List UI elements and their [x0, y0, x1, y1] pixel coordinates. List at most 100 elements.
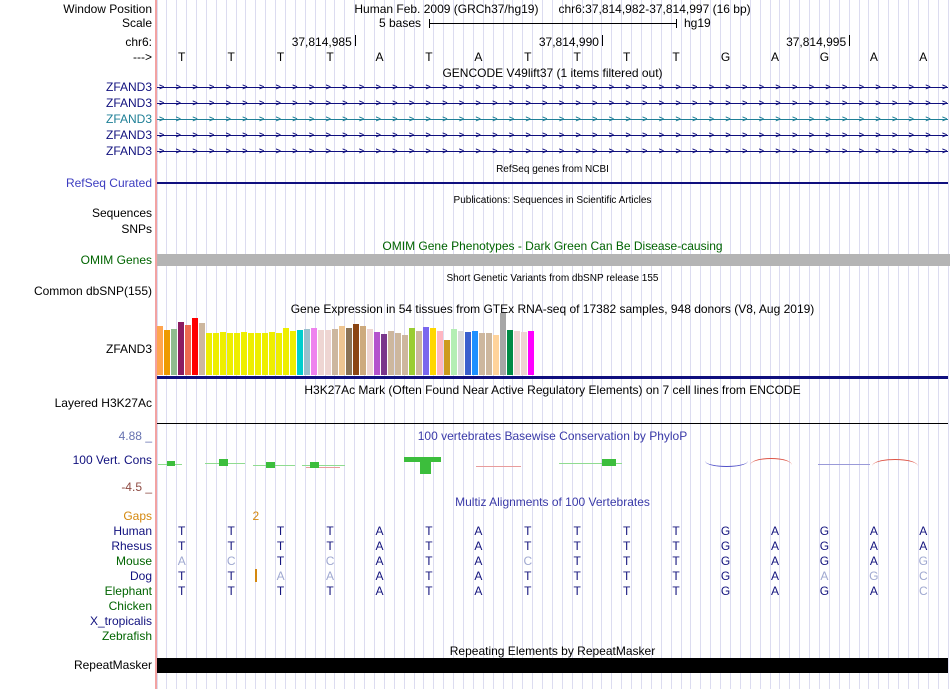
- strand-arrow-icon: >: [442, 146, 448, 156]
- gtex-tissue-bar[interactable]: [367, 329, 373, 375]
- gtex-tissue-bar[interactable]: [416, 331, 422, 375]
- gtex-tissue-bar[interactable]: [199, 323, 205, 375]
- gtex-tissue-bar[interactable]: [423, 327, 429, 375]
- gtex-tissue-bar[interactable]: [206, 333, 212, 375]
- gtex-tissue-bar[interactable]: [332, 329, 338, 375]
- track-label-refseq-curated[interactable]: RefSeq Curated: [0, 177, 152, 190]
- gtex-tissue-bar[interactable]: [381, 334, 387, 375]
- track-label-snps[interactable]: SNPs: [0, 223, 152, 236]
- gtex-tissue-bar[interactable]: [479, 333, 485, 375]
- strand-arrow-icon: >: [775, 114, 781, 124]
- gtex-tissue-bar[interactable]: [360, 326, 366, 375]
- align-base: T: [672, 554, 680, 568]
- track-label-omim-genes[interactable]: OMIM Genes: [0, 254, 152, 267]
- repeatmasker-bar[interactable]: [157, 658, 948, 673]
- species-label-chicken[interactable]: Chicken: [0, 600, 152, 613]
- track-label-sequences[interactable]: Sequences: [0, 207, 152, 220]
- track-label-layered-h3k27ac[interactable]: Layered H3K27Ac: [0, 397, 152, 410]
- track-label-repeatmasker[interactable]: RepeatMasker: [0, 659, 152, 672]
- align-base: A: [276, 569, 285, 583]
- gtex-tissue-bar[interactable]: [297, 330, 303, 375]
- strand-arrow-icon: >: [708, 130, 715, 140]
- gtex-tissue-bar[interactable]: [493, 335, 499, 375]
- gtex-tissue-bar[interactable]: [255, 333, 261, 375]
- strand-arrow-icon: >: [875, 98, 881, 108]
- gtex-tissue-bar[interactable]: [311, 328, 317, 375]
- species-label-zebrafish[interactable]: Zebrafish: [0, 630, 152, 643]
- species-label-mouse[interactable]: Mouse: [0, 555, 152, 568]
- species-label-dog[interactable]: Dog: [0, 570, 152, 583]
- gtex-tissue-bar[interactable]: [353, 324, 359, 375]
- gtex-tissue-bar[interactable]: [318, 330, 324, 375]
- strand-arrow-icon: >: [525, 130, 531, 140]
- track-label-gaps[interactable]: Gaps: [0, 510, 152, 523]
- gtex-tissue-bar[interactable]: [283, 328, 289, 375]
- omim-gene-bar[interactable]: [157, 254, 950, 266]
- gtex-tissue-bar[interactable]: [458, 331, 464, 375]
- strand-arrow-icon: >: [908, 146, 914, 156]
- gtex-tissue-bar[interactable]: [507, 330, 513, 375]
- gtex-tissue-bar[interactable]: [402, 335, 408, 375]
- species-label-human[interactable]: Human: [0, 525, 152, 538]
- gene-label-zfand3-2[interactable]: ZFAND3: [0, 113, 152, 126]
- gtex-tissue-bar[interactable]: [409, 328, 415, 375]
- gtex-tissue-bar[interactable]: [374, 332, 380, 375]
- gtex-tissue-bar[interactable]: [437, 331, 443, 375]
- gene-label-zfand3-3[interactable]: ZFAND3: [0, 129, 152, 142]
- gtex-tissue-bar[interactable]: [465, 332, 471, 375]
- gtex-tissue-bar[interactable]: [514, 331, 520, 375]
- gtex-tissue-bar[interactable]: [213, 333, 219, 375]
- gtex-tissue-bar[interactable]: [262, 333, 268, 375]
- refseq-curated-gene-line[interactable]: [157, 182, 948, 184]
- gtex-tissue-bar[interactable]: [304, 329, 310, 375]
- gtex-tissue-bar[interactable]: [171, 329, 177, 375]
- gtex-tissue-bar[interactable]: [220, 332, 226, 375]
- strand-arrow-icon: >: [875, 146, 881, 156]
- gtex-tissue-bar[interactable]: [472, 331, 478, 375]
- strand-arrow-icon: >: [725, 130, 731, 140]
- track-label-100-vert-cons[interactable]: 100 Vert. Cons: [0, 454, 152, 467]
- gtex-tissue-bar[interactable]: [269, 332, 275, 375]
- gtex-tissue-bar[interactable]: [290, 331, 296, 375]
- gtex-tissue-bar[interactable]: [234, 333, 240, 375]
- species-label-rhesus[interactable]: Rhesus: [0, 540, 152, 553]
- gtex-tissue-bar[interactable]: [192, 318, 198, 375]
- strand-arrow-icon: >: [908, 114, 914, 124]
- gtex-tissue-bar[interactable]: [500, 313, 506, 375]
- gtex-tissue-bar[interactable]: [325, 330, 331, 375]
- gtex-tissue-bar[interactable]: [339, 326, 345, 375]
- align-base: T: [622, 524, 631, 538]
- gtex-tissue-bar[interactable]: [227, 333, 233, 375]
- conservation-mark: [219, 459, 228, 466]
- species-label-elephant[interactable]: Elephant: [0, 585, 152, 598]
- track-label-common-dbsnp[interactable]: Common dbSNP(155): [0, 285, 152, 298]
- gtex-tissue-bar[interactable]: [528, 331, 534, 375]
- gtex-tissue-bar[interactable]: [430, 328, 436, 375]
- gtex-tissue-bar[interactable]: [486, 333, 492, 375]
- gtex-tissue-bar[interactable]: [395, 333, 401, 375]
- gtex-tissue-bar[interactable]: [444, 340, 450, 375]
- gtex-tissue-bar[interactable]: [248, 333, 254, 375]
- h3k27ac-title: H3K27Ac Mark (Often Found Near Active Re…: [304, 383, 801, 397]
- track-label-gtex-gene[interactable]: ZFAND3: [0, 343, 152, 356]
- gtex-tissue-bar[interactable]: [276, 333, 282, 375]
- align-base: T: [524, 569, 532, 583]
- gtex-tissue-bar[interactable]: [388, 331, 394, 375]
- gtex-tissue-bar[interactable]: [241, 332, 247, 375]
- species-label-x_tropicalis[interactable]: X_tropicalis: [0, 615, 152, 628]
- gtex-tissue-bar[interactable]: [346, 328, 352, 375]
- align-base: T: [227, 584, 235, 598]
- gtex-tissue-bar[interactable]: [157, 326, 163, 375]
- strand-arrow-icon: >: [442, 98, 448, 108]
- gtex-tissue-bar[interactable]: [521, 332, 527, 375]
- gene-label-zfand3-1[interactable]: ZFAND3: [0, 97, 152, 110]
- strand-arrow-icon: >: [658, 98, 665, 108]
- gtex-tissue-bar[interactable]: [164, 330, 170, 375]
- strand-arrow-icon: >: [408, 130, 415, 140]
- phylop-title: 100 vertebrates Basewise Conservation by…: [417, 429, 688, 443]
- gene-label-zfand3-0[interactable]: ZFAND3: [0, 81, 152, 94]
- gtex-tissue-bar[interactable]: [185, 325, 191, 375]
- gtex-tissue-bar[interactable]: [451, 329, 457, 375]
- gene-label-zfand3-4[interactable]: ZFAND3: [0, 145, 152, 158]
- gtex-tissue-bar[interactable]: [178, 322, 184, 375]
